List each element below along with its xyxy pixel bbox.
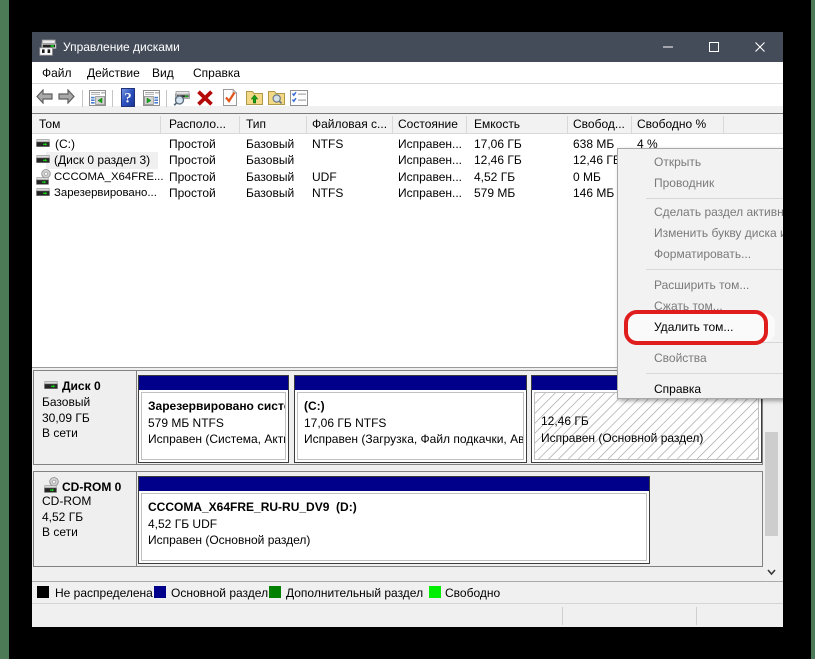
svg-text:?: ? xyxy=(124,91,132,107)
